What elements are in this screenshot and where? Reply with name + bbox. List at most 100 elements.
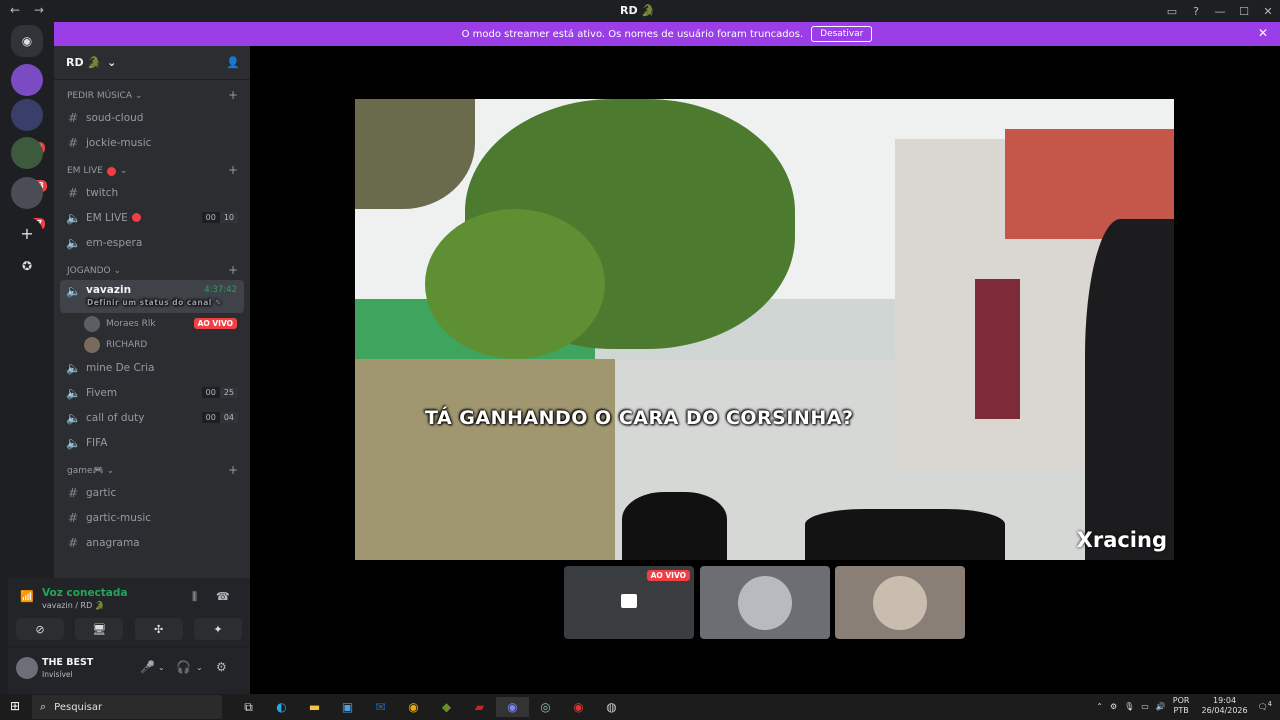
activities-button[interactable]: ✣ [134,618,183,640]
windows-start-icon[interactable]: ⊞ [10,699,20,713]
add-server-icon[interactable]: + [11,217,43,249]
video-door [975,279,1020,419]
steam-icon[interactable]: ◎ [529,697,562,717]
channel-jockie-music[interactable]: # jockie-music [60,130,244,155]
taskbar-search[interactable]: ⌕ Pesquisar [32,695,222,719]
tray-icon[interactable]: ⚙ [1110,702,1117,711]
add-channel-icon[interactable]: + [228,263,238,277]
voice-user[interactable]: Moraes Rlk AO VIVO [84,313,250,334]
camera-off-button[interactable]: ⊘ [16,618,64,640]
close-banner-icon[interactable]: ✕ [1258,26,1268,40]
channel-fifa[interactable]: 🔈 FIFA [60,430,244,455]
app-icon[interactable]: ▰ [463,697,496,717]
add-channel-icon[interactable]: + [228,163,238,177]
add-channel-icon[interactable]: + [228,463,238,477]
chevron-down-icon[interactable]: ⌄ [158,663,165,672]
voice-status[interactable]: Voz conectada [42,587,128,599]
channel-em-live[interactable]: 🔈 EM LIVE 00 10 [60,205,244,230]
category-em-live[interactable]: EM LIVE ⌄ + [54,155,250,180]
category-label: PEDIR MÚSICA ⌄ [67,91,143,101]
user-status: Invisível [42,670,73,679]
close-button[interactable]: ✕ [1256,5,1280,18]
outlook-icon[interactable]: ✉ [364,697,397,717]
game-launcher-icon[interactable]: ◆ [430,697,463,717]
streamer-mode-banner: O modo streamer está ativo. Os nomes de … [54,22,1280,46]
channel-gartic[interactable]: # gartic [60,480,244,505]
user-name[interactable]: THE BEST [42,657,93,668]
help-icon[interactable]: ? [1184,5,1208,18]
channel-anagrama[interactable]: # anagrama [60,530,244,555]
microphone-icon[interactable]: 🎙 [1124,702,1134,711]
chevron-up-icon[interactable]: ⌃ [1096,702,1103,711]
channel-soud-cloud[interactable]: # soud-cloud [60,105,244,130]
category-jogando[interactable]: JOGANDO ⌄ + [54,255,250,280]
voice-channel-path[interactable]: vavazin / RD 🐊 [42,601,105,610]
video-ground [355,359,615,560]
disable-streamer-button[interactable]: Desativar [811,26,873,42]
server-folder-1[interactable] [11,99,43,131]
channel-vavazin[interactable]: 🔈 vavazin Definir um status do canal ✎ 4:37… [60,280,244,313]
back-arrow-icon[interactable]: ← [10,3,20,17]
avatar [738,576,792,630]
channel-em-espera[interactable]: 🔈 em-espera [60,230,244,255]
channel-call-of-duty[interactable]: 🔈 call of duty 00 04 [60,405,244,430]
server-folder-2[interactable] [11,137,43,169]
category-game[interactable]: game🎮 ⌄ + [54,455,250,480]
participant-thumbnail[interactable] [700,566,830,639]
taskbar-apps: ⧉ ◐ ▬ ▣ ✉ ◉ ◆ ▰ ◉ ◎ ◉ ◍ [232,697,628,717]
video-helmet [1085,219,1174,560]
network-icon[interactable]: ▭ [1141,702,1149,711]
participant-thumbnail[interactable] [835,566,965,639]
discord-taskbar-icon[interactable]: ◉ [496,697,529,717]
file-explorer-icon[interactable]: ▬ [298,697,331,717]
maximize-button[interactable]: ☐ [1232,5,1256,18]
minimize-button[interactable]: — [1208,5,1232,18]
speaker-icon: 🔈 [66,235,81,250]
channel-status-prompt[interactable]: Definir um status do canal ✎ [87,298,222,307]
microphone-icon[interactable]: 🎤 [140,660,155,674]
noise-suppression-icon[interactable]: ⫼ [192,590,197,604]
headphones-icon[interactable]: 🎧 [176,660,191,674]
clock[interactable]: 19:04 26/04/2026 [1201,696,1247,716]
avatar[interactable] [16,657,38,679]
screen-share-icon [621,594,637,608]
channel-gartic-music[interactable]: # gartic-music [60,505,244,530]
stream-thumbnail[interactable]: AO VIVO [564,566,694,639]
edge-icon[interactable]: ◐ [265,697,298,717]
forward-arrow-icon[interactable]: → [34,3,44,17]
channel-label: soud-cloud [86,111,144,124]
speaker-icon: 🔈 [66,284,81,298]
hash-icon: # [67,185,79,200]
chrome-icon[interactable]: ◉ [397,697,430,717]
add-channel-icon[interactable]: + [228,88,238,102]
voice-user[interactable]: RICHARD [84,334,250,355]
channel-twitch[interactable]: # twitch [60,180,244,205]
discord-home-icon[interactable]: ◉ [11,25,43,57]
signal-icon[interactable]: 📶 [20,590,34,603]
channel-label: em-espera [86,236,143,249]
language-indicator[interactable]: POR PTB [1173,696,1190,716]
notification-icon[interactable]: 🗨4 [1258,700,1272,712]
chevron-down-icon[interactable]: ⌄ [196,663,203,672]
category-pedir-musica[interactable]: PEDIR MÚSICA ⌄ + [54,80,250,105]
stream-video[interactable]: TÁ GANHANDO O CARA DO CORSINHA? Xracing [355,99,1174,560]
channel-fivem[interactable]: 🔈 Fivem 00 25 [60,380,244,405]
store-icon[interactable]: ▣ [331,697,364,717]
disconnect-icon[interactable]: ☎ [216,590,230,603]
volume-icon[interactable]: 🔊 [1156,702,1166,711]
server-icon-rd[interactable] [11,64,43,96]
channel-mine-de-cria[interactable]: 🔈 mine De Cria [60,355,244,380]
explore-compass-icon[interactable]: ✪ [11,250,43,282]
inbox-icon[interactable]: ▭ [1160,5,1184,18]
obs-icon[interactable]: ◍ [595,697,628,717]
chrome-icon[interactable]: ◉ [562,697,595,717]
server-folder-3[interactable] [11,177,43,209]
user-count: 00 04 [201,412,238,423]
screen-share-button[interactable]: 🖥 [75,618,124,640]
soundboard-button[interactable]: ✦ [193,618,242,640]
task-view-icon[interactable]: ⧉ [232,697,265,717]
server-header[interactable]: RD 🐊 ⌄ 👤 [54,46,250,80]
add-member-icon[interactable]: 👤 [226,56,240,69]
chevron-down-icon: ⌄ [107,56,117,69]
settings-gear-icon[interactable]: ⚙ [216,660,227,674]
